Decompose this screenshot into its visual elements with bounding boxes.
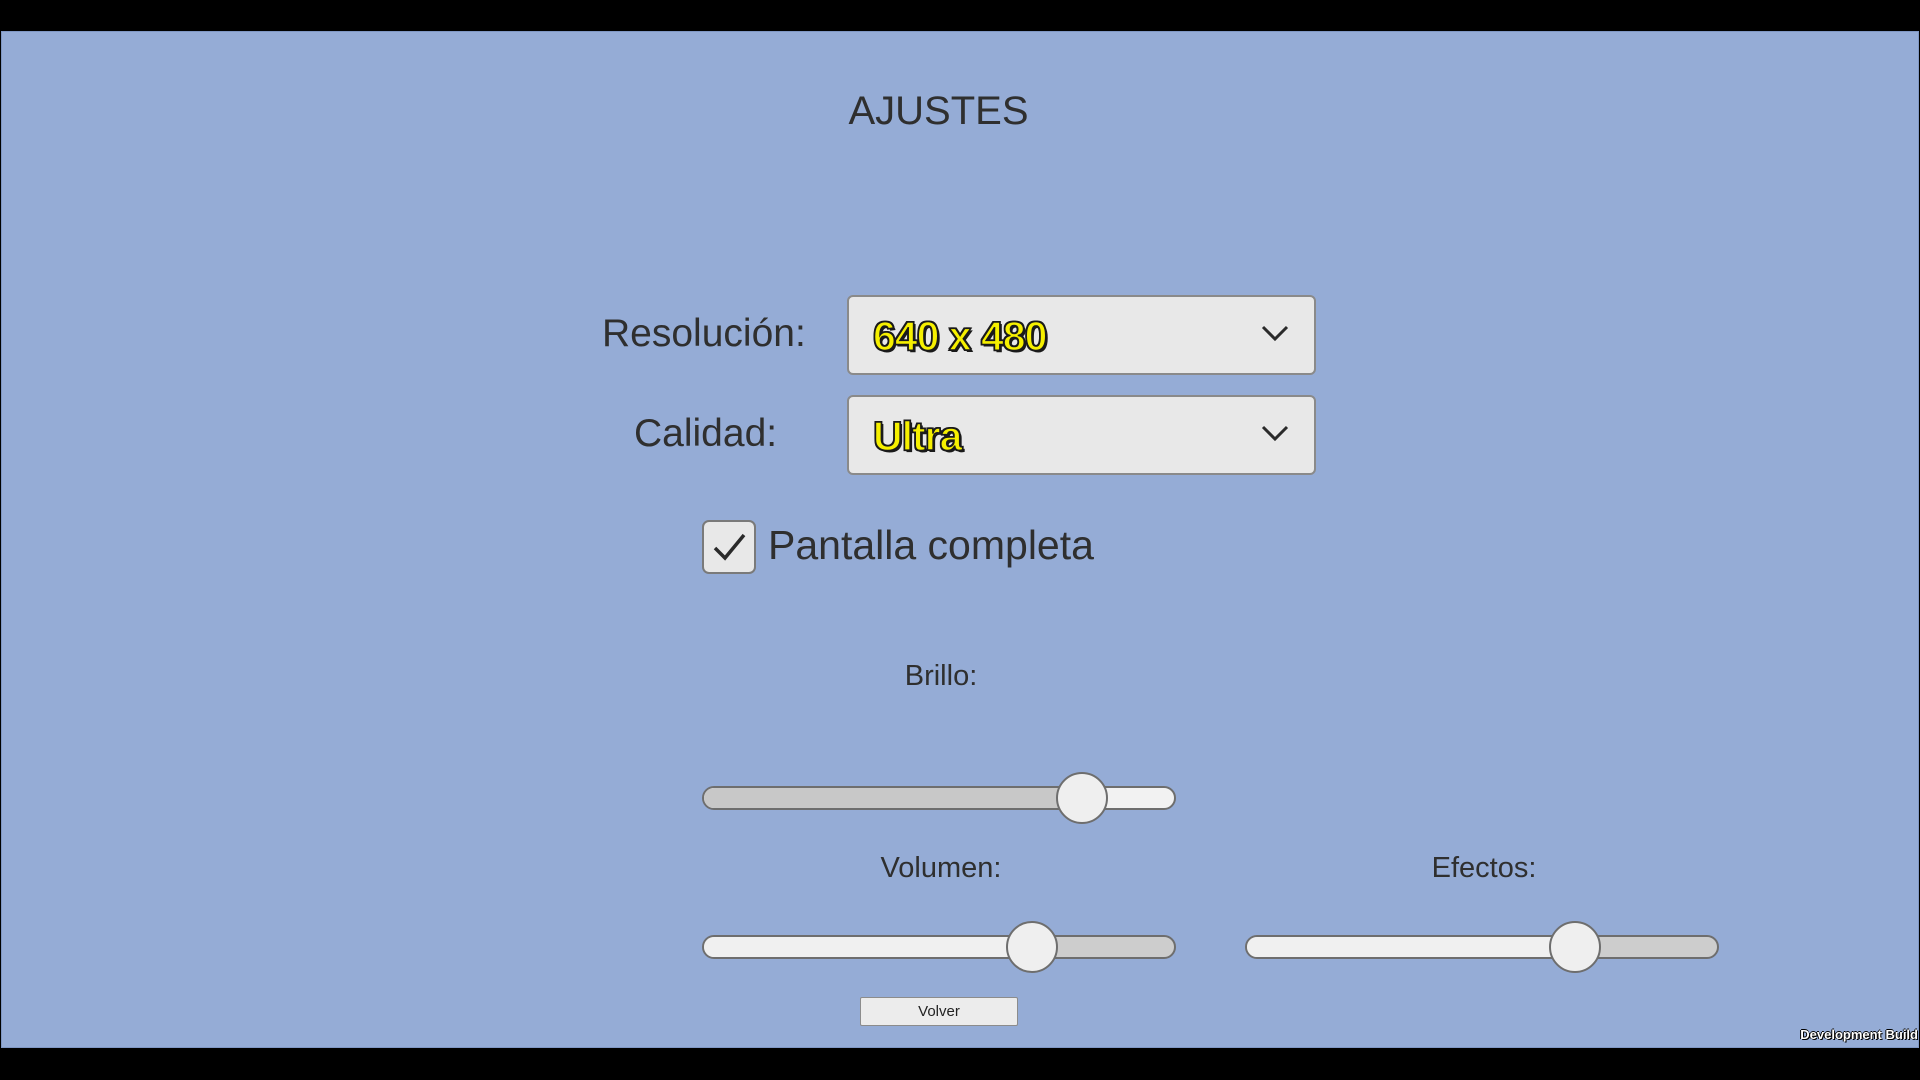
quality-label: Calidad: xyxy=(634,412,778,455)
volume-handle[interactable] xyxy=(1005,921,1058,973)
checkmark-icon xyxy=(713,533,746,561)
effects-fill xyxy=(1247,937,1577,957)
resolution-value: 640 x 480 xyxy=(872,312,1048,360)
quality-value: Ultra xyxy=(872,412,963,460)
back-button[interactable]: Volver xyxy=(860,997,1018,1026)
chevron-down-icon xyxy=(1261,325,1289,342)
effects-track xyxy=(1245,935,1719,959)
chevron-down-icon xyxy=(1261,425,1289,442)
page-title: AJUSTES xyxy=(848,89,1029,133)
volume-track xyxy=(702,935,1176,959)
brightness-handle[interactable] xyxy=(1056,772,1109,824)
volume-slider[interactable] xyxy=(702,921,1176,981)
brightness-label: Brillo: xyxy=(904,660,978,692)
effects-slider[interactable] xyxy=(1245,921,1719,981)
development-build-watermark: Development Build xyxy=(1800,1027,1918,1042)
volume-label: Volumen: xyxy=(880,852,1002,884)
resolution-label: Resolución: xyxy=(602,312,806,355)
quality-dropdown[interactable]: Ultra xyxy=(847,395,1316,475)
resolution-dropdown[interactable]: 640 x 480 xyxy=(847,295,1316,375)
effects-handle[interactable] xyxy=(1548,921,1601,973)
fullscreen-label: Pantalla completa xyxy=(768,522,1094,568)
fullscreen-checkbox[interactable] xyxy=(702,520,756,574)
settings-screen: AJUSTES Resolución: 640 x 480 Calidad: U… xyxy=(1,31,1919,1048)
brightness-slider[interactable] xyxy=(702,772,1176,832)
effects-label: Efectos: xyxy=(1431,852,1537,884)
volume-fill xyxy=(704,937,1034,957)
brightness-fill xyxy=(704,788,1085,808)
